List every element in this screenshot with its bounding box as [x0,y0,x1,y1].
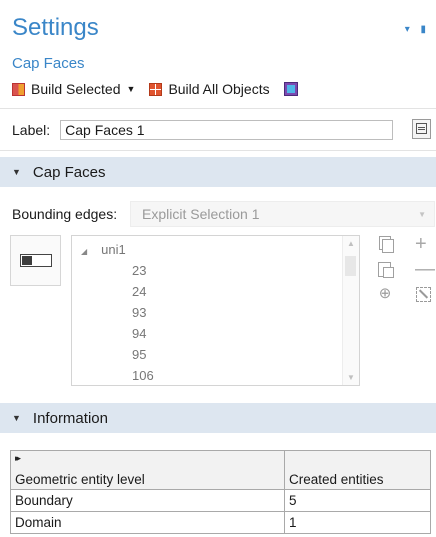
toolbar: Build Selected ▼ Build All Objects [12,79,318,99]
list-item[interactable]: 24 [132,284,146,299]
scroll-down-icon[interactable]: ▼ [347,373,355,382]
divider [0,108,436,109]
tree-root-label: uni1 [101,242,126,257]
geometry-view-icon [283,82,298,96]
table-cell: Boundary [10,489,285,512]
sort-icon[interactable]: ▸▸ [15,453,21,464]
table-row[interactable]: Boundary 5 [10,489,431,512]
label-input[interactable] [60,120,394,140]
label-edit-icon[interactable] [412,119,431,139]
column-header[interactable]: ▸▸ Geometric entity level [10,450,285,490]
bounding-edges-row: Bounding edges: [12,206,117,222]
section-information[interactable]: ▼ Information [0,403,436,433]
bounding-edges-label: Bounding edges: [12,206,118,222]
bounding-edges-select[interactable]: Explicit Selection 1 ▼ [130,201,435,227]
information-table: ▸▸ Geometric entity level Created entiti… [10,450,431,534]
selection-list[interactable]: ◢ uni1 23 24 93 94 95 106 ▲ ▼ [71,235,360,386]
tree-root[interactable]: ◢ uni1 [81,242,126,257]
zoom-to-selection-icon[interactable]: ⊕ [377,286,393,302]
list-item[interactable]: 93 [132,305,146,320]
scrollbar[interactable]: ▲ ▼ [342,236,359,385]
column-header-label: Created entities [289,472,384,487]
scrollbar-thumb[interactable] [345,256,356,276]
collapse-icon: ▼ [12,167,21,177]
table-cell: Domain [10,511,285,534]
build-all-icon [149,82,163,96]
section-title: Information [32,409,108,427]
list-item[interactable]: 106 [132,368,154,383]
chevron-down-icon[interactable]: ▼ [127,84,136,94]
scroll-up-icon[interactable]: ▲ [347,239,355,248]
build-all-label: Build All Objects [168,81,270,97]
build-selected-label: Build Selected [31,81,121,97]
table-row[interactable]: Domain 1 [10,511,431,534]
table-header-row: ▸▸ Geometric entity level Created entiti… [10,450,431,490]
tree-expand-icon[interactable]: ◢ [81,247,87,256]
activate-selection-button[interactable] [10,235,61,286]
section-title: Cap Faces [32,163,106,181]
clear-selection-icon[interactable] [415,286,431,302]
column-header-label: Geometric entity level [15,472,145,487]
label-row: Label: [12,120,394,140]
bounding-edges-value: Explicit Selection 1 [142,206,260,222]
chevron-down-icon: ▼ [418,210,426,219]
table-cell: 5 [284,489,431,512]
table-cell: 1 [284,511,431,534]
list-item[interactable]: 23 [132,263,146,278]
pin-icon[interactable]: ▾ ▮ [405,24,430,35]
remove-icon[interactable]: — [415,259,435,279]
build-selected-button[interactable]: Build Selected ▼ [12,81,135,97]
column-header[interactable]: Created entities [284,450,431,490]
add-icon[interactable]: + [415,234,431,254]
geometry-view-button[interactable] [283,82,304,96]
build-all-objects-button[interactable]: Build All Objects [149,81,270,97]
list-item[interactable]: 94 [132,326,146,341]
collapse-icon: ▼ [12,413,21,423]
paste-icon[interactable] [377,261,394,278]
build-selected-icon [12,82,25,96]
toggle-icon [20,254,52,267]
node-name: Cap Faces [12,55,85,72]
label-caption: Label: [12,122,51,138]
divider [0,150,436,151]
section-cap-faces[interactable]: ▼ Cap Faces [0,157,436,187]
list-item[interactable]: 95 [132,347,146,362]
settings-title: Settings [12,14,99,41]
copy-icon[interactable] [377,236,394,253]
